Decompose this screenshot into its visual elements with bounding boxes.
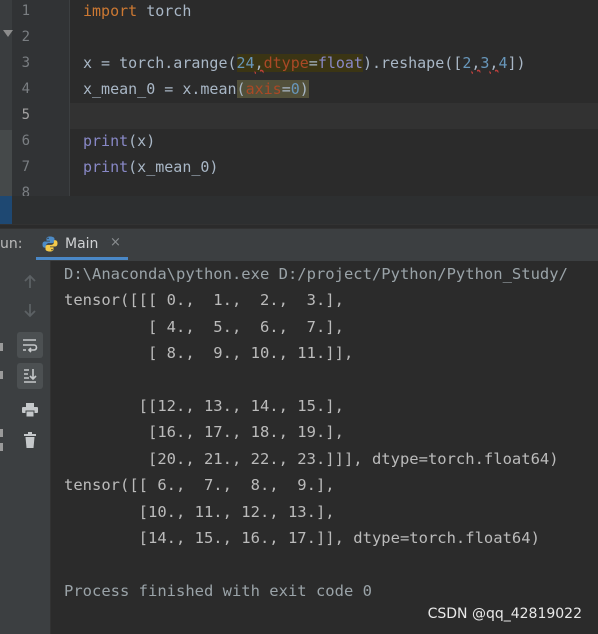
code-editor[interactable]: 1 2 3 4 5 6 7 8 import torch x = torch.a… [0, 0, 598, 196]
soft-wrap-icon[interactable] [17, 332, 43, 358]
line-number: 7 [21, 159, 30, 175]
code-line-7[interactable]: print(x_mean_0) [83, 154, 218, 180]
code-text: (x) [128, 132, 156, 150]
current-line-highlight [70, 103, 598, 129]
console-panel: D:\Anaconda\python.exe D:/project/Python… [0, 261, 598, 634]
code-text: ) [299, 80, 309, 98]
left-tool-strip-selected[interactable] [0, 196, 12, 224]
code-text: x_mean_0 = x.mean [83, 80, 237, 98]
keyword: import [83, 2, 138, 20]
console-line: [ 4., 5., 6., 7.], [64, 317, 344, 336]
parameter-name: axis [245, 80, 282, 98]
builtin-name: print [83, 158, 129, 176]
console-line: [10., 11., 12., 13.], [64, 502, 335, 521]
builtin-name: float [317, 54, 363, 72]
code-text: ] [507, 54, 517, 72]
code-line-3[interactable]: x = torch.arange(24,dtype=float).reshape… [83, 50, 526, 76]
line-number: 5 [21, 107, 30, 123]
trash-icon[interactable] [17, 427, 43, 453]
print-icon[interactable] [17, 397, 43, 423]
code-text: ( [236, 80, 246, 98]
console-line: [14., 15., 16., 17.]], dtype=torch.float… [64, 529, 540, 547]
up-arrow-icon[interactable] [17, 269, 43, 295]
console-line: tensor([[[ 0., 1., 2., 3.], [64, 291, 344, 310]
tab-main[interactable]: Main × [36, 229, 128, 260]
code-text: = [281, 80, 291, 98]
code-text: , [254, 54, 264, 72]
code-text: torch [137, 2, 192, 20]
code-text: ) [516, 54, 526, 72]
number-literal: 24 [236, 54, 255, 72]
code-text: (x_mean_0) [128, 158, 219, 176]
down-arrow-icon[interactable] [17, 297, 43, 323]
close-icon[interactable]: × [110, 235, 121, 250]
python-icon [42, 236, 58, 252]
line-number: 4 [21, 81, 30, 97]
console-line: D:\Anaconda\python.exe D:/project/Python… [64, 265, 568, 283]
code-line-1[interactable]: import torch [83, 0, 191, 24]
line-number-gutter: 1 2 3 4 5 6 7 8 [0, 0, 70, 196]
line-number: 8 [21, 185, 30, 196]
toolbar-edge-marks [0, 343, 4, 453]
console-exit-line: Process finished with exit code 0 [64, 581, 372, 600]
line-number: 6 [21, 133, 30, 149]
code-text: x = torch.arange( [83, 54, 237, 72]
code-line-4[interactable]: x_mean_0 = x.mean(axis=0) [83, 76, 309, 102]
builtin-name: print [83, 132, 129, 150]
code-text: = [308, 54, 318, 72]
number-literal: 0 [290, 80, 300, 98]
scroll-to-end-icon[interactable] [17, 363, 43, 389]
watermark-text: CSDN @qq_42819022 [427, 606, 582, 622]
editor-bottom-bar [0, 196, 598, 225]
console-line: [16., 17., 18., 19.], [64, 423, 344, 442]
code-line-6[interactable]: print(x) [83, 128, 155, 154]
console-line: [ 8., 9., 10., 11.]], [64, 344, 354, 363]
run-tool-window-header: un: Main × [0, 228, 598, 261]
tab-label: Main [65, 236, 99, 252]
console-line: tensor([[ 6., 7., 8., 9.], [64, 476, 335, 495]
parameter-name: dtype [263, 54, 309, 72]
number-literal: 2 [462, 54, 472, 72]
line-number: 3 [21, 55, 30, 71]
code-text: ).reshape( [362, 54, 454, 72]
gutter-divider [69, 0, 70, 196]
console-line: [20., 21., 22., 23.]]], dtype=torch.floa… [64, 449, 559, 468]
line-number: 2 [21, 29, 30, 45]
console-line: [[12., 13., 14., 15.], [64, 397, 344, 415]
line-number: 1 [21, 3, 30, 19]
code-text: [ [453, 54, 463, 72]
console-toolbar [0, 261, 51, 634]
run-window-label: un: [0, 236, 23, 252]
